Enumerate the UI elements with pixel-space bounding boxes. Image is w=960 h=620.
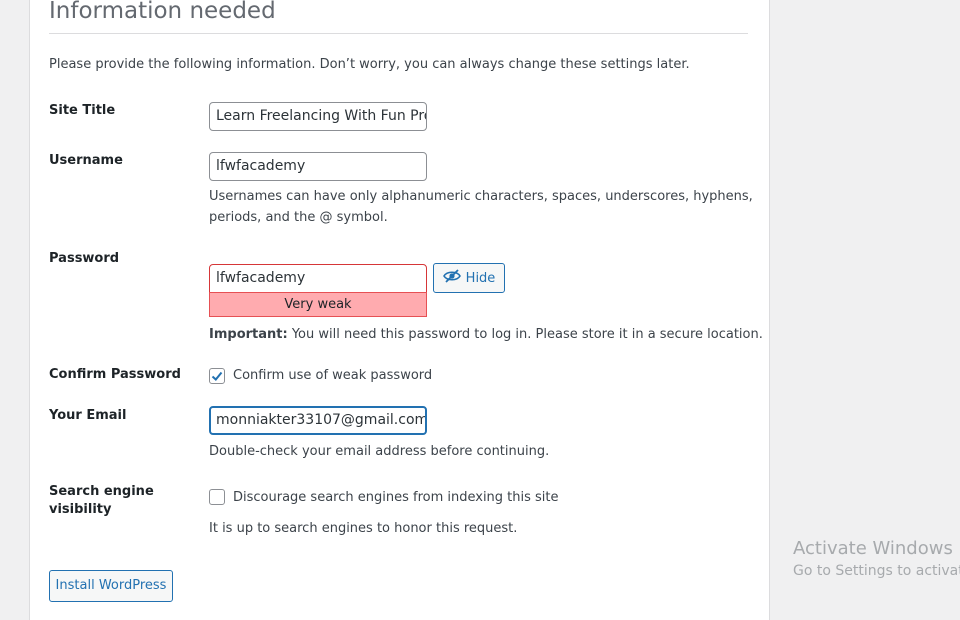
intro-text: Please provide the following information… <box>49 57 690 72</box>
username-hint-line2: periods, and the @ symbol. <box>209 210 388 225</box>
divider <box>49 33 748 34</box>
search-engine-label-line1: Search engine <box>49 484 154 499</box>
checkmark-icon <box>211 371 223 381</box>
username-input[interactable]: lfwfacademy <box>209 152 427 181</box>
discourage-search-engines-checkbox[interactable] <box>209 489 225 505</box>
email-label: Your Email <box>49 408 127 423</box>
email-input[interactable]: monniakter33107@gmail.com <box>209 406 427 435</box>
search-engine-label-line2: visibility <box>49 502 112 517</box>
site-title-label: Site Title <box>49 103 116 118</box>
email-value: monniakter33107@gmail.com <box>216 412 427 428</box>
page-title: Information needed <box>49 0 276 24</box>
search-engine-hint: It is up to search engines to honor this… <box>209 521 518 536</box>
install-wordpress-button[interactable]: Install WordPress <box>49 570 173 602</box>
password-input[interactable]: lfwfacademy <box>209 264 427 293</box>
important-text: You will need this password to log in. P… <box>287 327 763 342</box>
activate-windows-title: Activate Windows <box>793 538 953 559</box>
confirm-weak-password-label[interactable]: Confirm use of weak password <box>233 368 432 383</box>
hide-label: Hide <box>465 270 496 286</box>
site-title-input[interactable]: Learn Freelancing With Fun Pro <box>209 102 427 131</box>
password-strength-meter: Very weak <box>209 292 427 317</box>
discourage-search-engines-label[interactable]: Discourage search engines from indexing … <box>233 490 559 505</box>
activate-windows-subtitle: Go to Settings to activate <box>793 563 960 579</box>
important-bold: Important: <box>209 327 288 342</box>
confirm-weak-password-checkbox[interactable] <box>209 368 225 384</box>
confirm-password-label: Confirm Password <box>49 367 181 382</box>
eye-slash-icon <box>442 269 461 287</box>
hide-password-button[interactable]: Hide <box>433 263 505 293</box>
username-hint-line1: Usernames can have only alphanumeric cha… <box>209 189 753 204</box>
password-label: Password <box>49 251 120 266</box>
username-label: Username <box>49 153 123 168</box>
password-important-note: Important: You will need this password t… <box>209 324 763 345</box>
email-hint: Double-check your email address before c… <box>209 444 550 459</box>
